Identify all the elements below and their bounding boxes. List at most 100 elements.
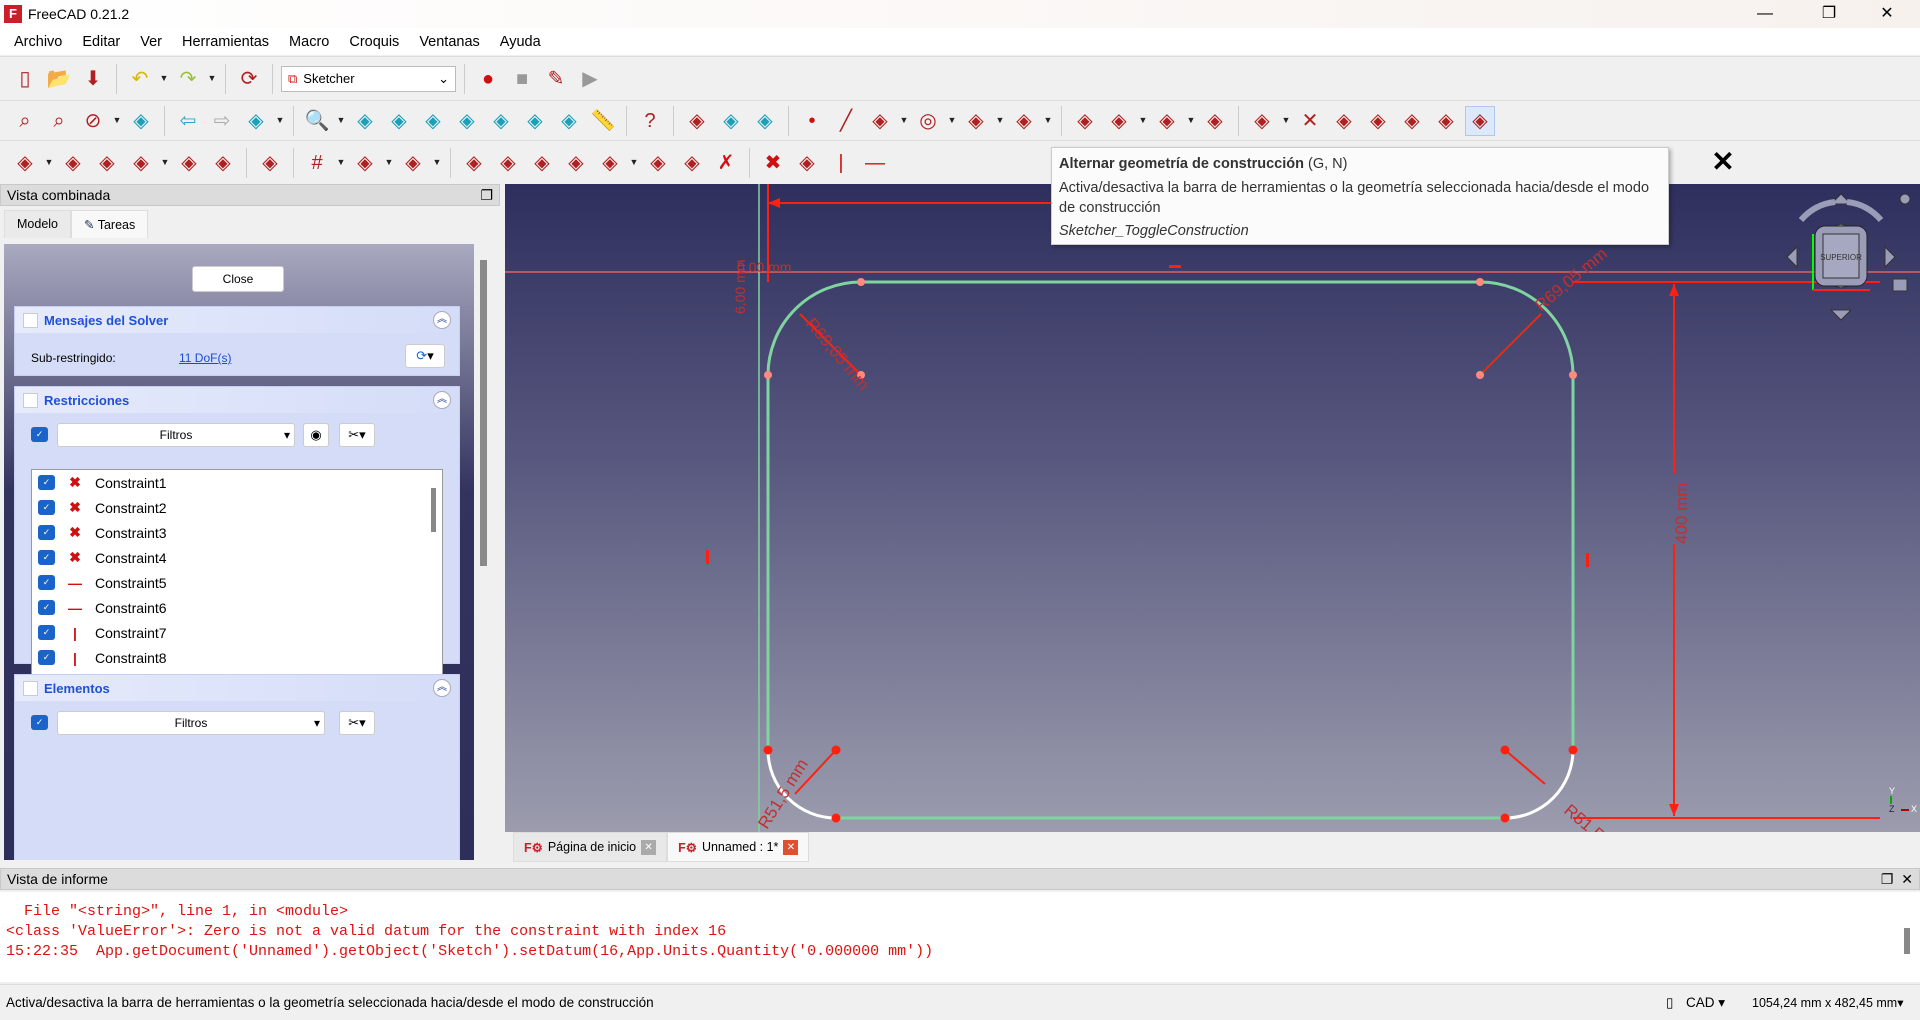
select-constraints-icon[interactable]: ◈ [126,148,156,178]
dropdown-arrow-icon[interactable]: ▼ [275,106,285,136]
rectangular-array-icon[interactable]: ◈ [527,148,557,178]
rectangle-icon[interactable]: ◈ [1104,106,1134,136]
polygon-icon[interactable]: ◈ [1152,106,1182,136]
snap-icon[interactable]: ◈ [350,148,380,178]
origin-icon[interactable]: ◈ [677,148,707,178]
grid-icon[interactable]: # [302,148,332,178]
coincident-constraint-icon[interactable]: ✖ [758,148,788,178]
auto-update-button[interactable]: ⟳▾ [405,344,445,368]
edit-macro-icon[interactable]: ✎ [541,64,571,94]
run-macro-icon[interactable]: ▶ [575,64,605,94]
close-tab-icon[interactable]: ✕ [641,839,657,855]
dropdown-arrow-icon[interactable]: ▼ [1138,106,1148,136]
report-scrollbar[interactable] [1904,928,1910,954]
constraint-list-item[interactable]: ✓ | Constraint8 [32,645,442,670]
clone-icon[interactable]: ◈ [493,148,523,178]
3d-view-canvas[interactable]: 400 mm R69,05 mm R69,05 mm R51,5 mm R51,… [505,184,1920,832]
dof-link[interactable]: 11 DoF(s) [179,351,231,365]
copy-icon[interactable]: ◈ [561,148,591,178]
navigation-cube[interactable]: SUPERIOR [1786,193,1911,321]
undo-icon[interactable]: ↶ [125,64,155,94]
close-button[interactable]: Close [192,266,284,292]
constraint-list-item[interactable]: ✓ ✖ Constraint2 [32,495,442,520]
collapse-icon[interactable]: ︽ [433,679,451,697]
record-macro-icon[interactable]: ● [473,64,503,94]
whats-this-icon[interactable]: ? [635,106,665,136]
settings-tools-icon[interactable]: ✂▾ [339,423,375,447]
menu-croquis[interactable]: Croquis [339,34,409,50]
back-icon[interactable]: ⇦ [173,106,203,136]
workbench-selector[interactable]: ⧉ Sketcher ⌄ [281,65,456,92]
constraint-checkbox[interactable]: ✓ [38,550,55,565]
dropdown-arrow-icon[interactable]: ▼ [159,64,169,94]
dropdown-arrow-icon[interactable]: ▼ [947,106,957,136]
coordinates-readout[interactable]: 1054,24 mm x 482,45 mm▾ [1752,995,1904,1010]
constraint-checkbox[interactable]: ✓ [38,650,55,665]
horizontal-constraint-icon[interactable]: — [860,148,890,178]
select-redundant-icon[interactable]: ◈ [208,148,238,178]
menu-ventanas[interactable]: Ventanas [409,34,489,50]
task-panel-scrollbar[interactable] [476,244,494,860]
line-icon[interactable]: ╱ [831,106,861,136]
dropdown-arrow-icon[interactable]: ▼ [1186,106,1196,136]
undock-icon[interactable]: ❐ [1881,871,1894,887]
constraint-checkbox[interactable]: ✓ [38,525,55,540]
fillet-icon[interactable]: ◈ [1247,106,1277,136]
top-view-icon[interactable]: ◈ [418,106,448,136]
fit-selection-icon[interactable]: ⌕ [44,106,74,136]
constraint-list-item[interactable]: ✓ ✖ Constraint3 [32,520,442,545]
measure-icon[interactable]: 📏 [588,106,618,136]
elements-filter-dropdown[interactable]: Filtros ▾ [57,711,325,735]
carbon-copy-icon[interactable]: ◈ [1431,106,1461,136]
dropdown-arrow-icon[interactable]: ▼ [432,148,442,178]
fit-all-icon[interactable]: ⌕ [10,106,40,136]
sync-view-icon[interactable]: ◈ [241,106,271,136]
dropdown-arrow-icon[interactable]: ▼ [1281,106,1291,136]
dropdown-arrow-icon[interactable]: ▼ [995,106,1005,136]
right-view-icon[interactable]: ◈ [452,106,482,136]
leave-sketch-icon[interactable]: ◈ [682,106,712,136]
arc-polyline-icon[interactable]: ◈ [1070,106,1100,136]
dropdown-arrow-icon[interactable]: ▼ [629,148,639,178]
redo-icon[interactable]: ↷ [173,64,203,94]
close-window-button[interactable]: ✕ [1864,0,1910,28]
constraint-list-item[interactable]: ✓ | Constraint7 [32,620,442,645]
select-elements-icon[interactable]: ◈ [174,148,204,178]
dropdown-arrow-icon[interactable]: ▼ [44,148,54,178]
collapse-icon[interactable]: ︽ [433,311,451,329]
stop-macro-icon[interactable]: ■ [507,64,537,94]
constraint-checkbox[interactable]: ✓ [38,600,55,615]
view-sketch-icon[interactable]: ◈ [716,106,746,136]
point-on-object-icon[interactable]: ◈ [792,148,822,178]
slot-icon[interactable]: ◈ [1200,106,1230,136]
connect-edges-icon[interactable]: ◈ [92,148,122,178]
bounding-box-icon[interactable]: ◈ [126,106,156,136]
dropdown-arrow-icon[interactable]: ▼ [112,106,122,136]
constraints-scrollbar[interactable] [431,488,436,532]
constraint-checkbox[interactable]: ✓ [38,575,55,590]
dropdown-arrow-icon[interactable]: ▼ [336,106,346,136]
constraint-list-item[interactable]: ✓ ✖ Constraint4 [32,545,442,570]
rear-view-icon[interactable]: ◈ [486,106,516,136]
dropdown-arrow-icon[interactable]: ▼ [1043,106,1053,136]
collapse-icon[interactable]: ︽ [433,391,451,409]
external-geometry-icon[interactable]: ◈ [1397,106,1427,136]
eye-icon[interactable]: ◉ [303,423,329,447]
constraint-list-item[interactable]: ✓ — Constraint6 [32,595,442,620]
undock-icon[interactable]: ❐ [480,187,493,204]
left-view-icon[interactable]: ◈ [554,106,584,136]
delete-geometry-icon[interactable]: ✗ [711,148,741,178]
forward-icon[interactable]: ⇨ [207,106,237,136]
validate-sketch-icon[interactable]: ◈ [10,148,40,178]
circle-icon[interactable]: ◎ [913,106,943,136]
remove-axes-icon[interactable]: ◈ [643,148,673,178]
constraint-list-item[interactable]: ✓ ✖ Constraint1 [32,470,442,495]
constraint-list-item[interactable]: ✓ — Constraint5 [32,570,442,595]
new-document-icon[interactable]: ▯ [10,64,40,94]
zoom-icon[interactable]: 🔍 [302,106,332,136]
navigation-style-dropdown[interactable]: CAD ▾ [1686,995,1725,1011]
dropdown-arrow-icon[interactable]: ▼ [336,148,346,178]
menu-herramientas[interactable]: Herramientas [172,34,279,50]
select-all-checkbox[interactable]: ✓ [31,427,48,442]
close-sketch-icon[interactable]: ✕ [1708,147,1738,177]
